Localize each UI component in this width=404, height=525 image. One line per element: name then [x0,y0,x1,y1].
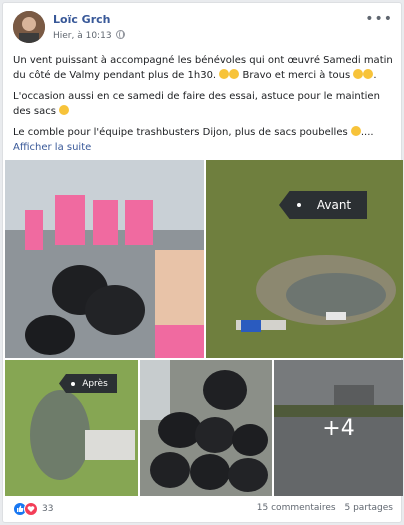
photo-after[interactable]: Après [5,360,138,496]
paragraph-3-end: .... [360,127,374,138]
reaction-count: 33 [42,504,54,514]
reactions-summary[interactable]: 33 [13,502,53,516]
engagement-counts: 15 commentaires 5 partages [251,503,393,513]
photo-before[interactable]: Avant [206,160,403,358]
after-sign-label: Après [82,378,108,389]
sign-dot [296,203,301,208]
photo-grid: Avant Après +4 [5,160,403,496]
post-paragraph-3: Le comble pour l'équipe trashbusters Dij… [13,125,395,155]
post-timestamp[interactable]: Hier, à 10:13 [53,31,112,41]
post-text: Un vent puissant à accompagné les bénévo… [13,53,395,161]
photo-more[interactable]: +4 [274,360,403,496]
muscle-emoji [219,69,230,79]
post-paragraph-1: Un vent puissant à accompagné les bénévo… [13,53,395,83]
after-sign: Après [59,374,117,393]
love-glyph [27,506,35,512]
sign-dot [70,382,75,387]
love-reaction-icon [24,502,38,516]
globe-icon [116,30,126,39]
thumbs-up-emoji [59,105,70,115]
more-icon[interactable]: ••• [365,11,393,27]
before-sign-label: Avant [316,198,352,212]
bags-illustration [140,360,272,496]
volunteers-illustration [5,160,204,358]
before-sign: Avant [279,191,367,219]
before-illustration [206,160,403,358]
post-card: Loïc Grch Hier, à 10:13 ••• Un vent puis… [2,2,403,523]
author-name[interactable]: Loïc Grch [53,13,111,26]
comments-count[interactable]: 15 commentaires [257,503,336,513]
shares-count[interactable]: 5 partages [345,503,394,513]
avatar-photo [13,11,45,43]
post-footer: 33 15 commentaires 5 partages [13,501,393,517]
photo-bags[interactable] [140,360,272,496]
post-header: Loïc Grch Hier, à 10:13 ••• [13,11,393,47]
like-glyph [17,505,24,512]
more-photos-overlay[interactable]: +4 [274,360,403,496]
avatar[interactable] [13,11,45,43]
thumbs-up-emoji [353,69,364,79]
paragraph-2-text: L'occasion aussi en ce samedi de faire d… [13,91,380,117]
see-more-link[interactable]: Afficher la suite [13,140,395,155]
photo-volunteers[interactable] [5,160,204,358]
thumbs-up-emoji [363,69,374,79]
paragraph-1-thanks: Bravo et merci à tous [242,70,351,81]
smirk-emoji [350,126,361,136]
muscle-emoji [229,69,240,79]
post-meta: Hier, à 10:13 [53,30,126,41]
post-paragraph-2: L'occasion aussi en ce samedi de faire d… [13,89,395,119]
paragraph-1-end: . [373,70,377,81]
paragraph-3-text: Le comble pour l'équipe trashbusters Dij… [13,127,348,138]
